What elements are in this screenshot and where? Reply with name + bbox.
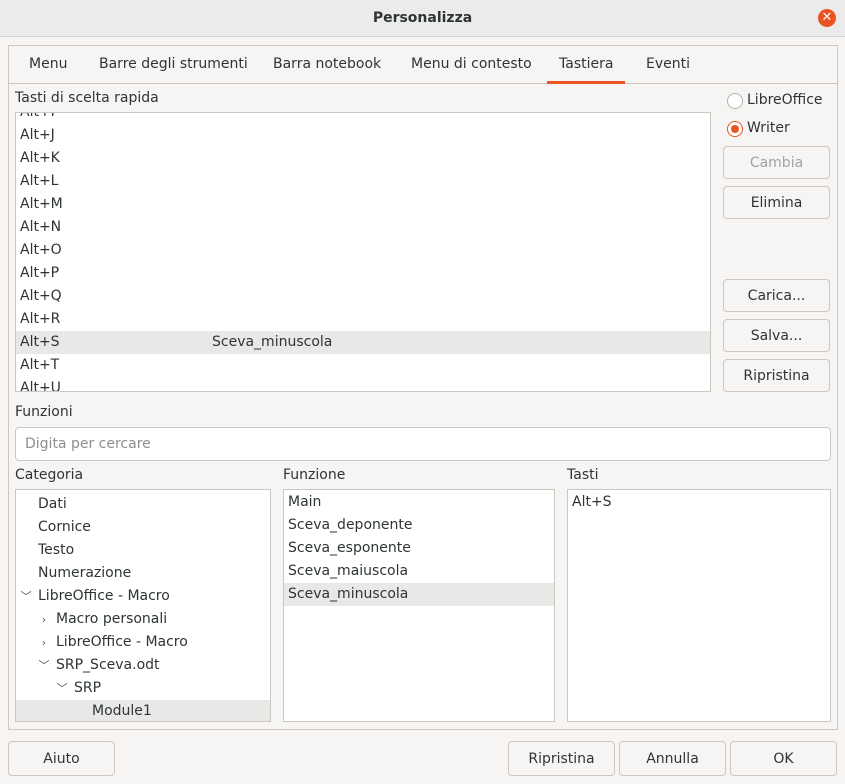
function-item[interactable]: Sceva_esponente <box>284 537 554 560</box>
shortcut-row[interactable]: Alt+J <box>16 124 710 147</box>
tab-menu[interactable]: Menu <box>27 46 69 84</box>
functions-label: Funzioni <box>15 404 73 420</box>
chevron-right-icon[interactable]: › <box>38 631 50 654</box>
key-item[interactable]: Alt+S <box>568 491 830 514</box>
tree-item[interactable]: ﹀ SRP <box>16 677 270 700</box>
help-button[interactable]: Aiuto <box>8 741 115 776</box>
reset-shortcuts-button[interactable]: Ripristina <box>723 359 830 392</box>
tab-toolbars[interactable]: Barre degli strumenti <box>97 46 250 84</box>
tab-events[interactable]: Eventi <box>644 46 692 84</box>
shortcut-row[interactable]: Alt+U <box>16 377 710 391</box>
radio-icon <box>727 93 743 109</box>
function-item[interactable]: Sceva_maiuscola <box>284 560 554 583</box>
shortcut-row[interactable]: Alt+I <box>16 113 710 124</box>
keys-label: Tasti <box>567 467 599 483</box>
ok-button[interactable]: OK <box>730 741 837 776</box>
category-tree[interactable]: Dati Cornice Testo Numerazione ﹀ LibreOf… <box>15 489 271 722</box>
tab-keyboard[interactable]: Tastiera <box>547 46 626 84</box>
title-bar: Personalizza ✕ <box>0 0 845 37</box>
change-button[interactable]: Cambia <box>723 146 830 179</box>
shortcut-row[interactable]: Alt+K <box>16 147 710 170</box>
tab-bar: Menu Barre degli strumenti Barra noteboo… <box>9 46 837 84</box>
tree-item[interactable]: Testo <box>16 539 270 562</box>
tab-context-menus[interactable]: Menu di contesto <box>409 46 534 84</box>
function-item[interactable]: Main <box>284 491 554 514</box>
function-item-selected[interactable]: Sceva_minuscola <box>284 583 554 606</box>
tree-item[interactable]: Cornice <box>16 516 270 539</box>
scope-radio-writer[interactable]: Writer <box>727 119 837 139</box>
tree-item[interactable]: ﹀ SRP_Sceva.odt <box>16 654 270 677</box>
shortcut-keys-list[interactable]: Alt+I Alt+J Alt+K Alt+L Alt+M Alt+N Alt+… <box>15 112 711 392</box>
tree-item[interactable]: ﹀ LibreOffice - Macro <box>16 585 270 608</box>
search-input[interactable] <box>15 427 831 461</box>
chevron-right-icon[interactable]: › <box>38 608 50 631</box>
chevron-down-icon[interactable]: ﹀ <box>38 654 50 677</box>
tree-item[interactable]: › Macro personali <box>16 608 270 631</box>
shortcut-row[interactable]: Alt+O <box>16 239 710 262</box>
load-button[interactable]: Carica... <box>723 279 830 312</box>
tree-item-selected[interactable]: Module1 <box>16 700 270 721</box>
shortcut-row[interactable]: Alt+T <box>16 354 710 377</box>
tree-item[interactable]: Numerazione <box>16 562 270 585</box>
shortcut-row[interactable]: Alt+M <box>16 193 710 216</box>
tree-item[interactable]: › LibreOffice - Macro <box>16 631 270 654</box>
close-icon[interactable]: ✕ <box>818 9 836 27</box>
tab-panel: Menu Barre degli strumenti Barra noteboo… <box>8 45 838 730</box>
function-label: Funzione <box>283 467 346 483</box>
cancel-button[interactable]: Annulla <box>619 741 726 776</box>
window-title: Personalizza <box>372 10 473 26</box>
tree-item[interactable]: Dati <box>16 493 270 516</box>
chevron-down-icon[interactable]: ﹀ <box>20 585 32 608</box>
category-label: Categoria <box>15 467 84 483</box>
shortcut-row[interactable]: Alt+P <box>16 262 710 285</box>
shortcut-keys-label: Tasti di scelta rapida <box>15 90 159 106</box>
reset-button[interactable]: Ripristina <box>508 741 615 776</box>
chevron-down-icon[interactable]: ﹀ <box>56 677 68 700</box>
shortcut-row[interactable]: Alt+L <box>16 170 710 193</box>
radio-selected-icon <box>727 121 743 137</box>
shortcut-row[interactable]: Alt+R <box>16 308 710 331</box>
shortcut-row[interactable]: Alt+N <box>16 216 710 239</box>
function-item[interactable]: Sceva_deponente <box>284 514 554 537</box>
delete-button[interactable]: Elimina <box>723 186 830 219</box>
scope-radio-libreoffice[interactable]: LibreOffice <box>727 91 837 111</box>
tab-notebookbar[interactable]: Barra notebook <box>271 46 383 84</box>
function-list[interactable]: Main Sceva_deponente Sceva_esponente Sce… <box>283 489 555 722</box>
shortcut-row-selected[interactable]: Alt+S Sceva_minuscola <box>16 331 710 354</box>
keys-list[interactable]: Alt+S <box>567 489 831 722</box>
save-button[interactable]: Salva... <box>723 319 830 352</box>
shortcut-row[interactable]: Alt+Q <box>16 285 710 308</box>
